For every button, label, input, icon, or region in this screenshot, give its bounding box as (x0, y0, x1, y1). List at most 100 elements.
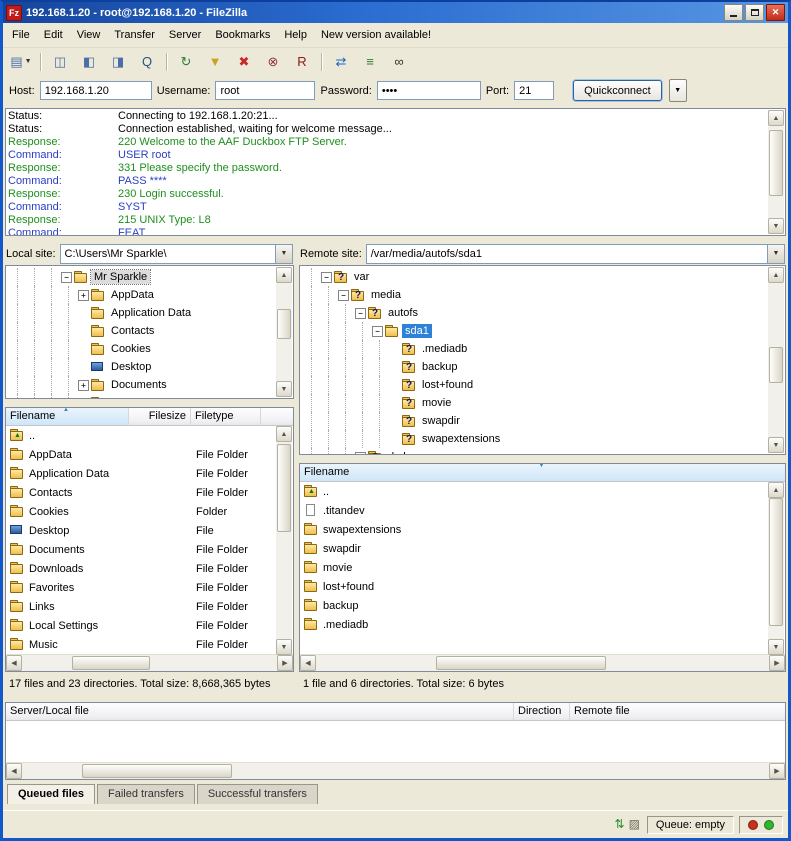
scroll-down-button[interactable]: ▼ (276, 381, 292, 397)
column-header-filename[interactable]: Filename ▲ (6, 408, 129, 426)
scroll-thumb[interactable] (769, 347, 783, 383)
scroll-thumb[interactable] (769, 498, 783, 626)
quickconnect-dropdown-button[interactable]: ▼ (669, 79, 687, 102)
scroll-left-button[interactable]: ◀ (300, 655, 316, 671)
scroll-left-button[interactable]: ◀ (6, 763, 22, 779)
directory-comparison-button[interactable]: ⇄ (327, 50, 355, 74)
menu-item-transfer[interactable]: Transfer (107, 26, 162, 44)
local-file-row-music[interactable]: MusicFile Folder (6, 635, 276, 654)
remote-file-row-swapdir[interactable]: swapdir (300, 539, 768, 558)
remote-tree-item-var[interactable]: −?var (301, 268, 767, 286)
remote-file-row-[interactable]: ▲.. (300, 482, 768, 501)
scroll-right-button[interactable]: ▶ (769, 763, 785, 779)
maximize-button[interactable] (745, 4, 764, 21)
scroll-left-button[interactable]: ◀ (6, 655, 22, 671)
title-bar[interactable]: Fz 192.168.1.20 - root@192.168.1.20 - Fi… (3, 2, 788, 23)
toggle-remote-tree-button[interactable]: ◨ (104, 50, 132, 74)
local-tree-item-documents[interactable]: +Documents (7, 376, 275, 394)
horizontal-scrollbar[interactable]: ◀▶ (6, 654, 293, 671)
remote-tree-item-backup[interactable]: ?backup (301, 358, 767, 376)
local-file-row-local-settings[interactable]: Local SettingsFile Folder (6, 616, 276, 635)
expander-plus-icon[interactable]: + (77, 398, 90, 400)
expander-plus-icon[interactable]: + (354, 452, 367, 456)
remote-tree-item-movie[interactable]: ?movie (301, 394, 767, 412)
menu-item-new-version-available[interactable]: New version available! (314, 26, 438, 44)
scroll-thumb[interactable] (769, 130, 783, 196)
scroll-right-button[interactable]: ▶ (769, 655, 785, 671)
scroll-right-button[interactable]: ▶ (277, 655, 293, 671)
refresh-button[interactable]: ↻ (172, 50, 200, 74)
menu-item-edit[interactable]: Edit (37, 26, 70, 44)
remote-pane-splitter[interactable] (299, 455, 786, 463)
expander-plus-icon[interactable]: + (77, 290, 90, 301)
column-header-remote-file[interactable]: Remote file (570, 703, 785, 721)
encryption-icon[interactable]: ▨ (627, 817, 642, 831)
minimize-button[interactable] (724, 4, 743, 21)
tab-failed-transfers[interactable]: Failed transfers (97, 784, 195, 804)
cancel-button[interactable]: ✖ (230, 50, 258, 74)
scroll-up-button[interactable]: ▲ (768, 110, 784, 126)
scroll-track[interactable] (768, 283, 784, 437)
remote-tree-item-lost-found[interactable]: ?lost+found (301, 376, 767, 394)
local-file-row-documents[interactable]: DocumentsFile Folder (6, 540, 276, 559)
menu-item-server[interactable]: Server (162, 26, 208, 44)
port-input[interactable] (514, 81, 554, 100)
local-tree-item-desktop[interactable]: Desktop (7, 358, 275, 376)
find-files-button[interactable]: ∞ (385, 50, 413, 74)
vertical-scrollbar[interactable]: ▲▼ (768, 110, 784, 234)
remote-file-row-backup[interactable]: backup (300, 596, 768, 615)
remote-file-row-movie[interactable]: movie (300, 558, 768, 577)
site-manager-button[interactable]: ▤▼ (7, 50, 35, 74)
remote-tree-item-media[interactable]: −?media (301, 286, 767, 304)
menu-item-help[interactable]: Help (277, 26, 314, 44)
speed-limit-icon[interactable]: ⇅ (613, 817, 627, 831)
toggle-message-log-button[interactable]: ◫ (46, 50, 74, 74)
menu-item-file[interactable]: File (5, 26, 37, 44)
local-tree-item-mr-sparkle[interactable]: −Mr Sparkle (7, 268, 275, 286)
column-header-filename[interactable]: Filename ▼ (300, 464, 785, 482)
expander-minus-icon[interactable]: − (60, 272, 73, 283)
scroll-down-button[interactable]: ▼ (768, 639, 784, 655)
local-tree-item-appdata[interactable]: +AppData (7, 286, 275, 304)
scroll-track[interactable] (276, 442, 292, 639)
remote-tree-item-swapextensions[interactable]: ?swapextensions (301, 430, 767, 448)
combobox-dropdown-icon[interactable]: ▼ (767, 245, 784, 263)
vertical-scrollbar[interactable]: ▲▼ (276, 267, 292, 397)
reconnect-button[interactable]: R (288, 50, 316, 74)
local-file-row-application-data[interactable]: Application DataFile Folder (6, 464, 276, 483)
remote-file-row-lost-found[interactable]: lost+found (300, 577, 768, 596)
local-file-row-links[interactable]: LinksFile Folder (6, 597, 276, 616)
scroll-track[interactable] (22, 655, 277, 671)
scroll-thumb[interactable] (277, 309, 291, 339)
remote-file-row-swapextensions[interactable]: swapextensions (300, 520, 768, 539)
scroll-track[interactable] (768, 126, 784, 218)
local-tree-item-contacts[interactable]: Contacts (7, 322, 275, 340)
local-file-row-downloads[interactable]: DownloadsFile Folder (6, 559, 276, 578)
remote-tree-item-swapdir[interactable]: ?swapdir (301, 412, 767, 430)
scroll-down-button[interactable]: ▼ (276, 639, 292, 655)
close-button[interactable]: ✕ (766, 4, 785, 21)
scroll-thumb[interactable] (277, 444, 291, 532)
scroll-down-button[interactable]: ▼ (768, 218, 784, 234)
remote-file-row-mediadb[interactable]: .mediadb (300, 615, 768, 634)
vertical-scrollbar[interactable]: ▲▼ (768, 267, 784, 453)
local-tree-item-downloads[interactable]: +Downloads (7, 394, 275, 399)
remote-file-row-titandev[interactable]: .titandev (300, 501, 768, 520)
filter-button[interactable]: ▼ (201, 50, 229, 74)
remote-tree-item-mediadb[interactable]: ?.mediadb (301, 340, 767, 358)
expander-minus-icon[interactable]: − (354, 308, 367, 319)
horizontal-scrollbar[interactable]: ◀▶ (6, 762, 785, 779)
local-file-row-contacts[interactable]: ContactsFile Folder (6, 483, 276, 502)
menu-item-view[interactable]: View (70, 26, 108, 44)
combobox-dropdown-icon[interactable]: ▼ (275, 245, 292, 263)
remote-tree-item-autofs[interactable]: −?autofs (301, 304, 767, 322)
remote-tree-item-dvd[interactable]: +?dvd (301, 448, 767, 455)
host-input[interactable] (40, 81, 152, 100)
column-header-direction[interactable]: Direction (514, 703, 570, 721)
column-header-server-local-file[interactable]: Server/Local file (6, 703, 514, 721)
horizontal-scrollbar[interactable]: ◀▶ (300, 654, 785, 671)
local-file-row-[interactable]: ▲.. (6, 426, 276, 445)
password-input[interactable] (377, 81, 481, 100)
quickconnect-button[interactable]: Quickconnect (573, 80, 662, 101)
scroll-down-button[interactable]: ▼ (768, 437, 784, 453)
